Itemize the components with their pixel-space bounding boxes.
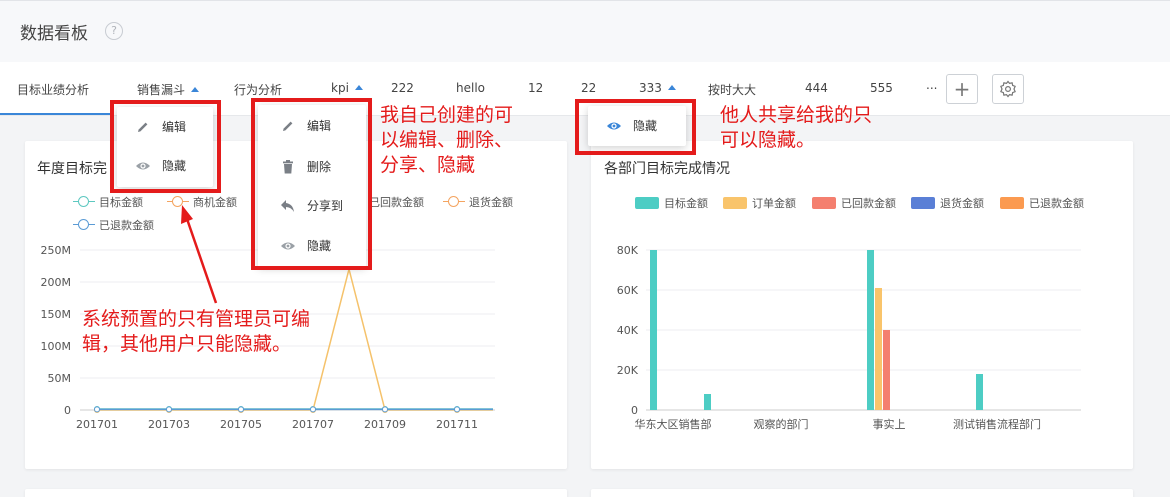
annotation-shared: 他人共享给我的只 可以隐藏。: [720, 104, 873, 151]
annotation-own: 我自己创建的可 以编辑、删除、 分享、隐藏: [380, 104, 514, 176]
annotation-system: 系统预置的只有管理员可编 辑，其他用户只能隐藏。: [82, 308, 311, 355]
annotation-arrow: [181, 205, 218, 304]
